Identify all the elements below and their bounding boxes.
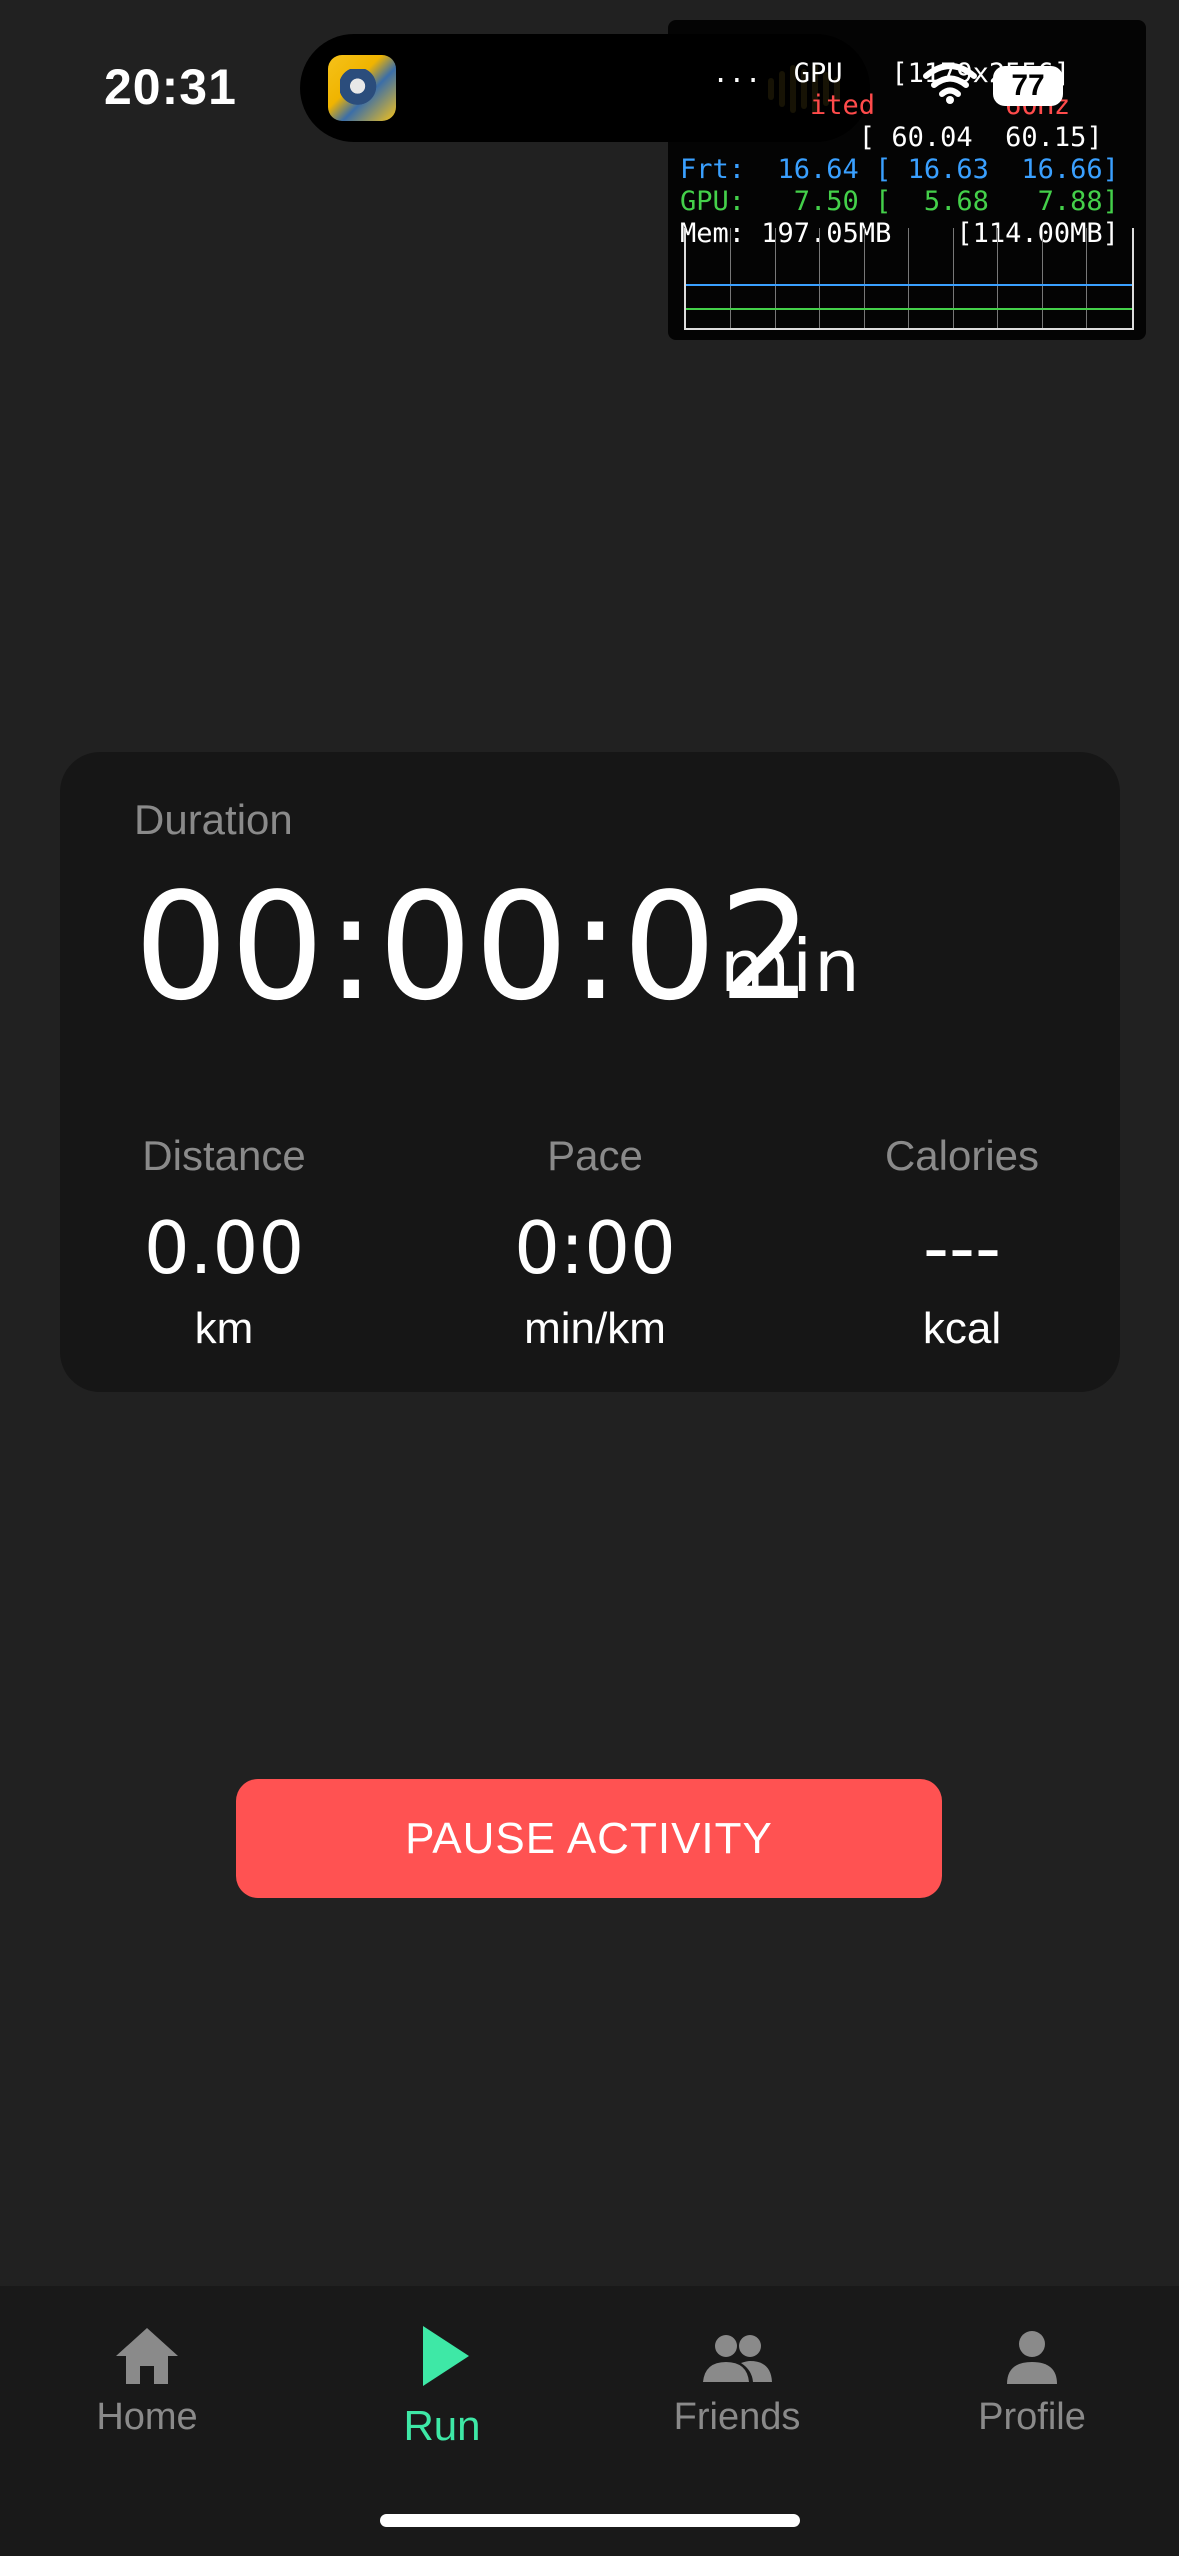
distance-unit: km [194, 1304, 254, 1353]
wifi-icon [923, 63, 977, 104]
pace-stat: Pace 0:00 min/km [445, 1132, 745, 1354]
tab-friends[interactable]: Friends [617, 2320, 857, 2439]
pace-unit: min/km [524, 1304, 666, 1353]
tab-home[interactable]: Home [27, 2320, 267, 2439]
pause-activity-button[interactable]: PAUSE ACTIVITY [236, 1779, 942, 1898]
tab-profile-label: Profile [978, 2396, 1086, 2438]
duration-timer: 00:00:02 [134, 861, 815, 1033]
home-indicator [380, 2514, 800, 2527]
calories-unit: kcal [922, 1304, 1002, 1353]
home-icon [116, 2328, 178, 2384]
hud-line: [ 60.04 60.15] [680, 122, 1103, 153]
distance-stat: Distance 0.00 km [74, 1132, 374, 1354]
performance-overlay: ... GPU [1179x2556] ited 60Hz [ 60.04 60… [668, 20, 1146, 340]
hud-line: Frt: 16.64 [ 16.63 16.66] [680, 154, 1119, 185]
calories-stat: Calories --- kcal [812, 1132, 1112, 1354]
calories-label: Calories [884, 1132, 1040, 1179]
pace-label: Pace [547, 1132, 643, 1179]
pace-value: 0:00 [514, 1206, 676, 1290]
tab-profile[interactable]: Profile [912, 2320, 1152, 2439]
hud-line: ited 60Hz [680, 90, 1071, 121]
battery-indicator: 77 [993, 66, 1063, 106]
now-playing-app-icon [328, 55, 396, 121]
tab-home-label: Home [96, 2396, 198, 2438]
duration-unit: min [720, 924, 862, 1008]
play-icon [423, 2326, 469, 2386]
calories-value: --- [923, 1206, 1001, 1290]
people-icon [703, 2335, 772, 2382]
frame-time-graph [684, 228, 1134, 330]
duration-label: Duration [134, 796, 293, 843]
status-time: 20:31 [104, 59, 237, 115]
distance-label: Distance [142, 1132, 306, 1179]
distance-value: 0.00 [143, 1206, 305, 1290]
hud-line: ... GPU [1179x2556] [680, 58, 1071, 89]
person-icon [1007, 2331, 1057, 2384]
hud-line: GPU: 7.50 [ 5.68 7.88] [680, 186, 1119, 217]
tab-run-label: Run [403, 2402, 481, 2449]
tab-run[interactable]: Run [322, 2320, 562, 2450]
tab-friends-label: Friends [673, 2396, 801, 2438]
